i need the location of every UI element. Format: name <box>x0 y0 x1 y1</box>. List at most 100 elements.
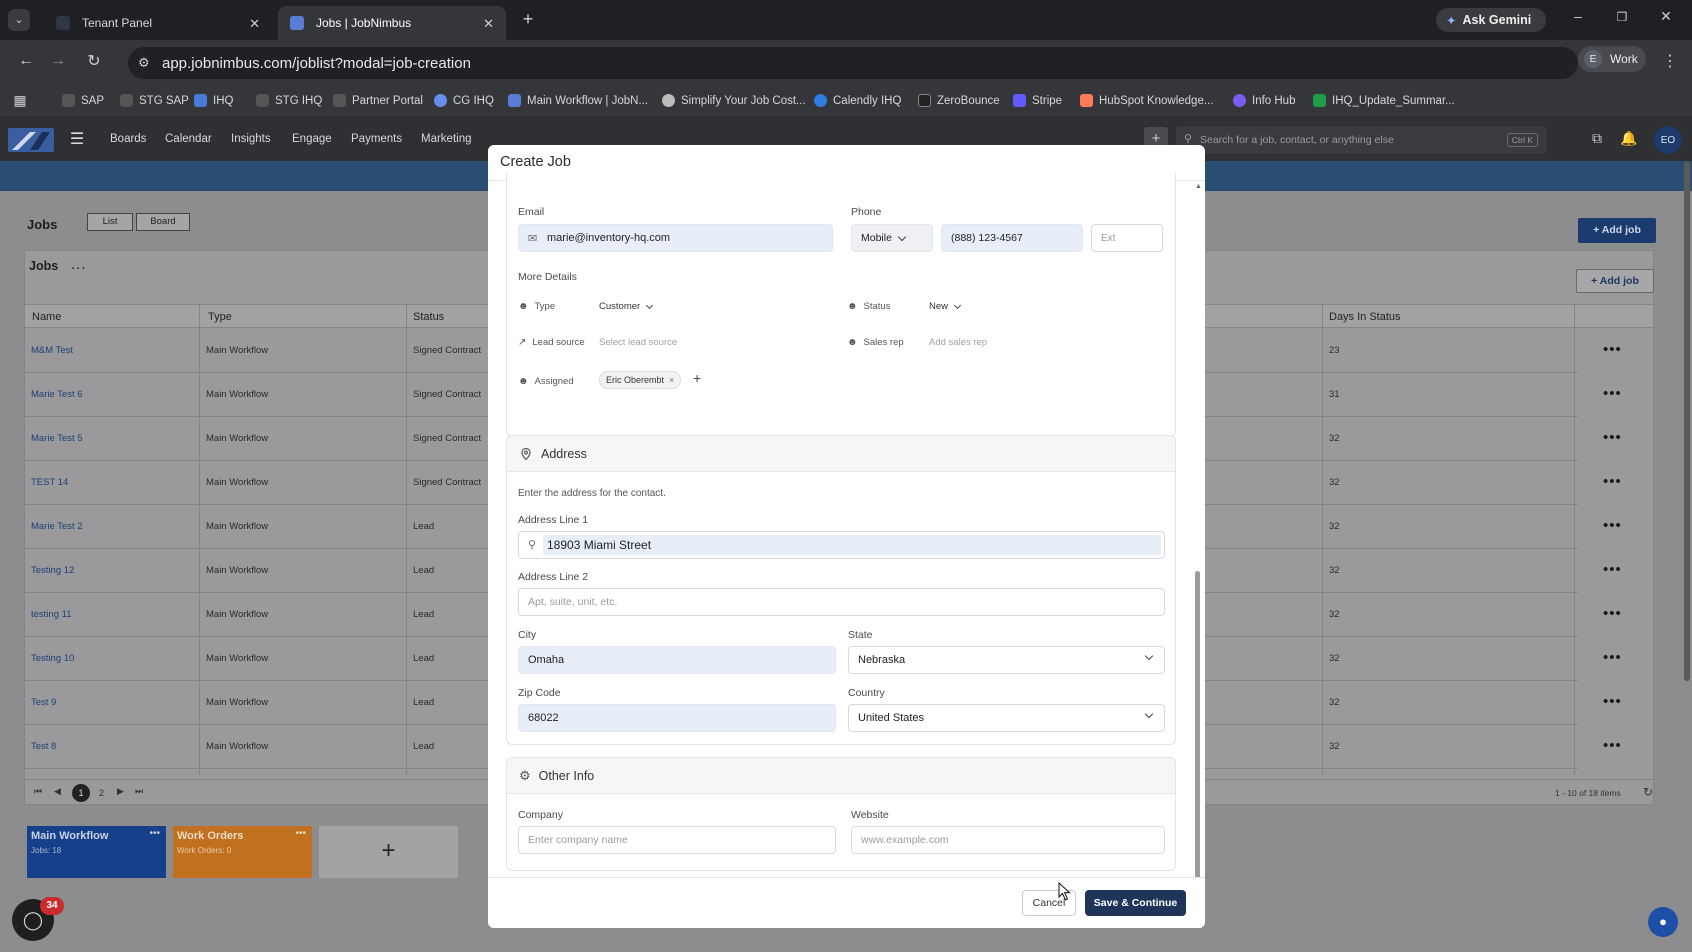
nav-engage[interactable]: Engage <box>292 133 332 145</box>
job-name-link[interactable]: Marie Test 5 <box>31 433 83 444</box>
bookmark-info-hub[interactable]: Info Hub <box>1233 94 1295 107</box>
next-page-icon[interactable]: ▶ <box>117 786 124 797</box>
website-input[interactable]: www.example.com <box>851 826 1165 854</box>
first-page-icon[interactable]: ⏮ <box>34 786 42 797</box>
job-name-link[interactable]: Testing 12 <box>31 565 74 576</box>
phone-type-select[interactable]: Mobile <box>851 224 933 252</box>
add-assignee-icon[interactable]: + <box>693 370 701 386</box>
row-more-icon[interactable]: ••• <box>1603 737 1622 754</box>
job-name-link[interactable]: Testing 10 <box>31 653 74 664</box>
company-input[interactable]: Enter company name <box>518 826 836 854</box>
job-name-link[interactable]: Marie Test 2 <box>31 521 83 532</box>
nav-marketing[interactable]: Marketing <box>421 133 472 145</box>
bookmark-stripe[interactable]: Stripe <box>1013 94 1062 107</box>
workflow-more-icon[interactable]: ••• <box>295 828 306 839</box>
workflow-card-main[interactable]: Main Workflow Jobs: 18 ••• <box>27 826 166 878</box>
bookmark-ihq-update-summary[interactable]: IHQ_Update_Summar... <box>1313 94 1455 107</box>
bookmark-calendly-ihq[interactable]: Calendly IHQ <box>814 94 901 107</box>
page-1-button[interactable]: 1 <box>72 784 90 802</box>
zip-input[interactable]: 68022 <box>518 704 836 732</box>
last-page-icon[interactable]: ⏭ <box>135 786 143 797</box>
close-tab-icon[interactable]: ✕ <box>483 16 494 32</box>
tab-tenant-panel[interactable]: Tenant Panel ✕ <box>44 6 272 40</box>
new-tab-icon[interactable]: + <box>518 9 538 30</box>
ask-gemini-button[interactable]: ✦ Ask Gemini <box>1436 8 1546 32</box>
forward-icon[interactable]: → <box>48 52 68 70</box>
tab-search-chevron-icon[interactable]: ⌄ <box>8 9 30 31</box>
panel-more-icon[interactable]: ... <box>71 256 87 273</box>
apps-grid-icon[interactable]: ▦ <box>12 92 28 109</box>
row-more-icon[interactable]: ••• <box>1603 693 1622 710</box>
row-more-icon[interactable]: ••• <box>1603 561 1622 578</box>
address-bar[interactable]: ⚙ app.jobnimbus.com/joblist?modal=job-cr… <box>128 47 1578 79</box>
phone-ext-input[interactable]: Ext <box>1091 224 1163 252</box>
modal-scroll-thumb[interactable] <box>1195 571 1200 893</box>
profile-button[interactable]: E Work <box>1578 46 1646 72</box>
job-name-link[interactable]: TEST 14 <box>31 477 68 488</box>
column-name[interactable]: Name <box>32 311 61 323</box>
tab-jobs-jobnimbus[interactable]: Jobs | JobNimbus ✕ <box>278 6 506 40</box>
notifications-bell-icon[interactable]: 🔔 <box>1620 130 1638 147</box>
row-more-icon[interactable]: ••• <box>1603 429 1622 446</box>
hamburger-menu-icon[interactable]: ☰ <box>68 129 86 149</box>
add-job-button-top[interactable]: + Add job <box>1578 218 1656 243</box>
workflow-more-icon[interactable]: ••• <box>149 828 160 839</box>
reload-icon[interactable]: ↻ <box>84 51 104 71</box>
bookmark-simplify-job-cost[interactable]: Simplify Your Job Cost... <box>662 94 806 107</box>
restore-window-icon[interactable]: ❐ <box>1612 10 1632 24</box>
nav-boards[interactable]: Boards <box>110 133 146 145</box>
global-search-input[interactable]: ⚲ Search for a job, contact, or anything… <box>1176 126 1546 154</box>
bookmark-sap[interactable]: SAP <box>62 94 104 107</box>
list-view-button[interactable]: List <box>87 213 133 231</box>
bookmark-cg-ihq[interactable]: CG IHQ <box>434 94 494 107</box>
refresh-icon[interactable]: ↻ <box>1643 785 1653 799</box>
board-view-button[interactable]: Board <box>136 213 190 231</box>
type-select[interactable]: Customer <box>599 301 654 312</box>
modal-scrollbar[interactable]: ▲ ▼ <box>1194 183 1202 912</box>
nav-insights[interactable]: Insights <box>231 133 271 145</box>
row-more-icon[interactable]: ••• <box>1603 649 1622 666</box>
column-status[interactable]: Status <box>413 311 444 323</box>
bookmark-stg-sap[interactable]: STG SAP <box>120 94 189 107</box>
workflow-card-work-orders[interactable]: Work Orders Work Orders: 0 ••• <box>173 826 312 878</box>
bookmark-ihq[interactable]: IHQ <box>194 94 233 107</box>
prev-page-icon[interactable]: ◀ <box>54 786 61 797</box>
row-more-icon[interactable]: ••• <box>1603 385 1622 402</box>
site-info-icon[interactable]: ⚙ <box>138 55 150 71</box>
add-job-button[interactable]: + Add job <box>1576 269 1654 293</box>
back-icon[interactable]: ← <box>16 52 36 70</box>
row-more-icon[interactable]: ••• <box>1603 341 1622 358</box>
bookmark-main-workflow[interactable]: Main Workflow | JobN... <box>508 94 648 107</box>
job-name-link[interactable]: M&M Test <box>31 345 73 356</box>
remove-assignee-icon[interactable]: × <box>669 375 674 385</box>
save-continue-button[interactable]: Save & Continue <box>1085 890 1186 916</box>
job-name-link[interactable]: Test 8 <box>31 741 56 752</box>
state-select[interactable]: Nebraska <box>848 646 1165 674</box>
column-type[interactable]: Type <box>208 311 232 323</box>
page-2-button[interactable]: 2 <box>99 788 104 798</box>
bookmark-zerobounce[interactable]: ZeroBounce <box>918 94 1000 107</box>
nav-calendar[interactable]: Calendar <box>165 133 212 145</box>
column-days-in-status[interactable]: Days In Status <box>1329 311 1401 323</box>
bookmark-stg-ihq[interactable]: STG IHQ <box>256 94 322 107</box>
row-more-icon[interactable]: ••• <box>1603 605 1622 622</box>
nav-payments[interactable]: Payments <box>351 133 402 145</box>
city-input[interactable]: Omaha <box>518 646 836 674</box>
apps-icon[interactable]: ⧉ <box>1588 130 1606 147</box>
address-line1-input[interactable]: ⚲ 18903 Miami Street <box>518 531 1165 559</box>
minimize-window-icon[interactable]: – <box>1568 8 1588 24</box>
chat-icon[interactable]: ● <box>1648 907 1678 937</box>
bookmark-partner-portal[interactable]: Partner Portal <box>333 94 423 107</box>
country-select[interactable]: United States <box>848 704 1165 732</box>
job-name-link[interactable]: Marie Test 6 <box>31 389 83 400</box>
phone-input[interactable]: (888) 123-4567 <box>941 224 1083 252</box>
assignee-chip[interactable]: Eric Oberembt × <box>599 371 682 389</box>
scroll-up-icon[interactable]: ▲ <box>1195 183 1202 190</box>
user-avatar[interactable]: EO <box>1654 126 1682 154</box>
lead-source-select[interactable]: Select lead source <box>599 337 677 348</box>
browser-menu-icon[interactable]: ⋮ <box>1662 51 1678 71</box>
job-name-link[interactable]: testing 11 <box>31 609 72 620</box>
address-line2-input[interactable]: Apt, suite, unit, etc. <box>518 588 1165 616</box>
row-more-icon[interactable]: ••• <box>1603 517 1622 534</box>
bookmark-hubspot[interactable]: HubSpot Knowledge... <box>1080 94 1213 107</box>
